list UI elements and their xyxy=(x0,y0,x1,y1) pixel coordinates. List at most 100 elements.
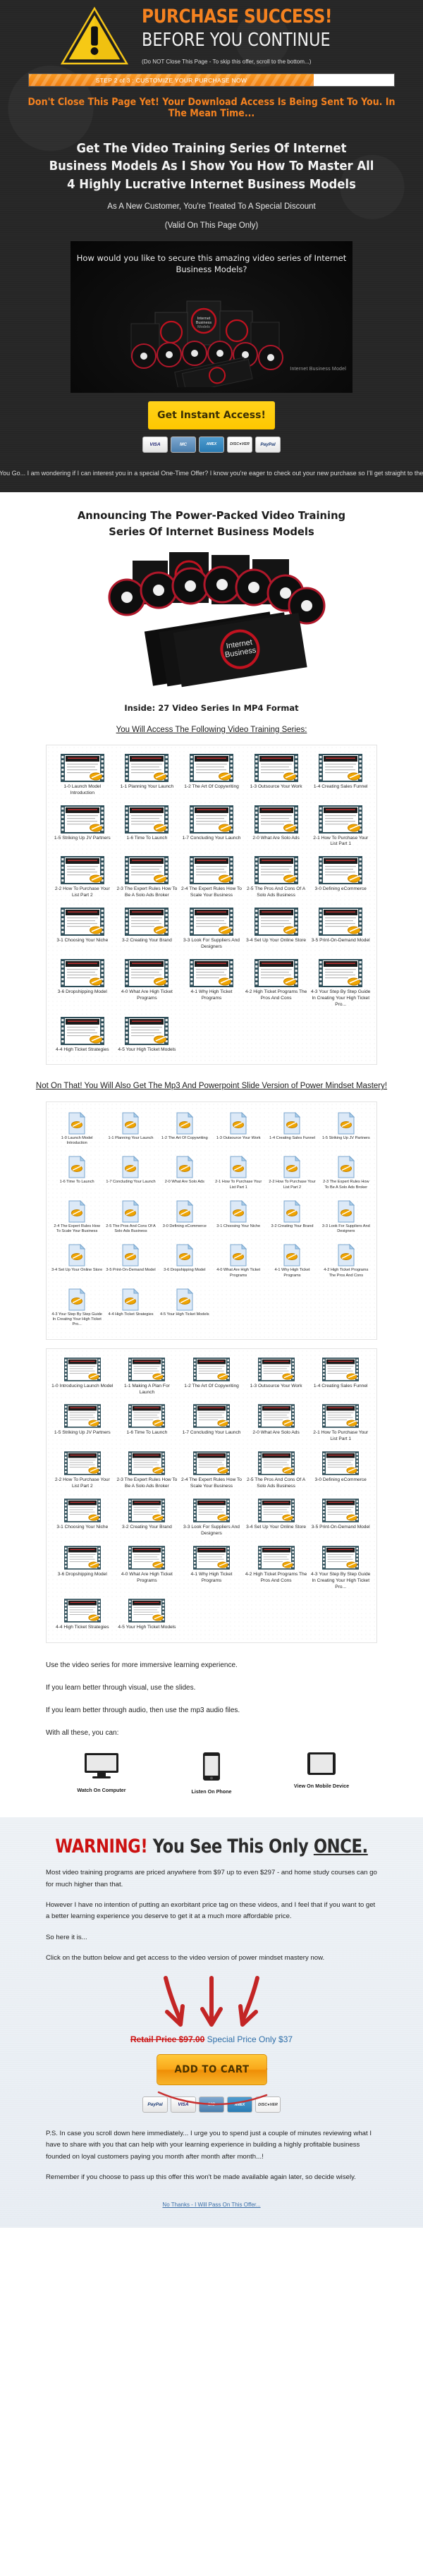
file-cell[interactable]: 2-3 The Expert Rules How To Be A Solo Ad… xyxy=(116,1448,179,1494)
file-cell[interactable]: 2-1 How To Purchase Your List Part 1 xyxy=(309,1401,372,1447)
file-cell[interactable]: 3-6 Dropshipping Model xyxy=(159,1240,211,1283)
file-cell[interactable]: 1-5 Striking Up JV Partners xyxy=(320,1108,372,1151)
file-cell[interactable]: 2-4 The Expert Rules How To Scale Your B… xyxy=(180,1448,243,1494)
file-label: 1-4 Creating Sales Funnel xyxy=(313,1383,368,1388)
file-cell[interactable]: 3-3 Look For Suppliers And Designers xyxy=(180,1496,243,1542)
file-cell[interactable]: 2-2 How To Purchase Your List Part 2 xyxy=(266,1152,318,1195)
file-cell[interactable]: 2-0 What Are Solo Ads xyxy=(245,1401,308,1447)
file-cell[interactable]: 1-3 Outsource Your Work xyxy=(245,1355,308,1400)
file-cell[interactable]: 4-5 Your High Ticket Models xyxy=(116,1596,179,1635)
file-label: 1-1 Planning Your Launch xyxy=(108,1135,154,1140)
file-cell[interactable]: 1-1 Planning Your Launch xyxy=(116,751,179,801)
file-cell[interactable]: 4-3 Your Step By Step Guide In Creating … xyxy=(309,956,372,1013)
file-cell[interactable]: 2-4 The Expert Rules How To Scale Your B… xyxy=(180,853,243,903)
file-cell[interactable]: 1-6 Time To Launch xyxy=(116,802,179,853)
file-cell[interactable]: 3-5 Print-On-Demand Model xyxy=(104,1240,157,1283)
file-cell[interactable]: 1-4 Creating Sales Funnel xyxy=(309,751,372,801)
video-thumbnail-icon xyxy=(319,856,363,885)
file-cell[interactable]: 1-3 Outsource Your Work xyxy=(212,1108,264,1151)
file-label: 1-4 Creating Sales Funnel xyxy=(313,783,368,789)
ps-paragraph-0: P.S. In case you scroll down here immedi… xyxy=(46,2130,372,2161)
file-cell[interactable]: 4-3 Your Step By Step Guide In Creating … xyxy=(309,1543,372,1595)
video-thumbnail-icon xyxy=(128,1404,166,1429)
file-cell[interactable]: 3-1 Choosing Your Niche xyxy=(212,1196,264,1239)
file-cell[interactable]: 1-7 Concluding Your Launch xyxy=(180,1401,243,1447)
file-cell[interactable]: 4-2 High Ticket Programs The Pros And Co… xyxy=(245,956,308,1013)
file-cell[interactable]: 2-3 The Expert Rules How To Be A Solo Ad… xyxy=(116,853,179,903)
file-cell[interactable]: 4-1 Why High Ticket Programs xyxy=(266,1240,318,1283)
file-cell[interactable]: 2-4 The Expert Rules How To Scale Your B… xyxy=(51,1196,103,1239)
file-cell[interactable]: 4-4 High Ticket Strategies xyxy=(104,1284,157,1332)
file-cell[interactable]: 4-4 High Ticket Strategies xyxy=(51,1596,114,1635)
file-label: 1-3 Outsource Your Work xyxy=(216,1135,261,1140)
file-cell[interactable]: 1-2 The Art Of Copywriting xyxy=(180,751,243,801)
file-cell[interactable]: 1-6 Time To Launch xyxy=(51,1152,103,1195)
file-cell[interactable]: 3-2 Creating Your Brand xyxy=(266,1196,318,1239)
no-thanks-link[interactable]: No Thanks - I Will Pass On This Offer... xyxy=(0,2202,423,2208)
file-cell[interactable]: 4-1 Why High Ticket Programs xyxy=(180,1543,243,1595)
file-cell[interactable]: 3-1 Choosing Your Niche xyxy=(51,905,114,955)
file-cell[interactable]: 2-2 How To Purchase Your List Part 2 xyxy=(51,1448,114,1494)
get-instant-access-button[interactable]: Get Instant Access! xyxy=(148,401,275,429)
video-preview-box[interactable]: How would you like to secure this amazin… xyxy=(70,240,352,393)
file-cell[interactable]: 1-2 The Art Of Copywriting xyxy=(180,1355,243,1400)
file-label: 1-0 Launch Model Introduction xyxy=(63,783,102,795)
add-to-cart-button[interactable]: ADD TO CART xyxy=(156,2054,267,2086)
file-cell[interactable]: 1-2 The Art Of Copywriting xyxy=(159,1108,211,1151)
file-cell[interactable]: 3-2 Creating Your Brand xyxy=(116,1496,179,1542)
file-cell[interactable]: 1-4 Creating Sales Funnel xyxy=(309,1355,372,1400)
file-cell[interactable]: 4-0 What Are High Ticket Programs xyxy=(116,1543,179,1595)
file-cell[interactable]: 3-4 Set Up Your Online Store xyxy=(51,1240,103,1283)
file-cell[interactable]: 1-1 Planning Your Launch xyxy=(104,1108,157,1151)
file-cell[interactable]: 3-6 Dropshipping Model xyxy=(51,1543,114,1595)
file-cell[interactable]: 2-5 The Pros And Cons Of A Solo Ads Busi… xyxy=(245,1448,308,1494)
file-cell[interactable]: 1-4 Creating Sales Funnel xyxy=(266,1108,318,1151)
file-cell[interactable]: 1-7 Concluding Your Launch xyxy=(104,1152,157,1195)
file-cell[interactable]: 1-6 Time To Launch xyxy=(116,1401,179,1447)
amex-icon-footer: AMEX xyxy=(227,2096,252,2113)
file-cell[interactable]: 2-1 How To Purchase Your List Part 1 xyxy=(212,1152,264,1195)
file-cell[interactable]: 3-1 Choosing Your Niche xyxy=(51,1496,114,1542)
file-cell[interactable]: 2-0 What Are Solo Ads xyxy=(159,1152,211,1195)
file-cell[interactable]: 3-6 Dropshipping Model xyxy=(51,956,114,1013)
paypal-icon: PayPal xyxy=(255,436,281,453)
hero-subline: Don't Close This Page Yet! Your Download… xyxy=(27,97,396,119)
file-cell[interactable]: 4-2 High Ticket Programs The Pros And Co… xyxy=(320,1240,372,1283)
file-cell[interactable]: 4-3 Your Step By Step Guide In Creating … xyxy=(51,1284,103,1332)
file-label: 2-3 The Expert Rules How To Be A Solo Ad… xyxy=(116,886,178,898)
file-cell[interactable]: 2-5 The Pros And Cons Of A Solo Ads Busi… xyxy=(245,853,308,903)
file-cell[interactable]: 3-3 Look For Suppliers And Designers xyxy=(320,1196,372,1239)
file-cell[interactable]: 1-3 Outsource Your Work xyxy=(245,751,308,801)
file-cell[interactable]: 3-4 Set Up Your Online Store xyxy=(245,1496,308,1542)
file-cell[interactable]: 1-0 Introducing Launch Model xyxy=(51,1355,114,1400)
file-cell[interactable]: 4-1 Why High Ticket Programs xyxy=(180,956,243,1013)
file-cell[interactable]: 4-5 Your High Ticket Models xyxy=(116,1014,179,1058)
file-cell[interactable]: 4-0 What Are High Ticket Programs xyxy=(212,1240,264,1283)
file-cell[interactable]: 3-0 Defining eCommerce xyxy=(309,1448,372,1494)
file-cell[interactable]: 1-0 Launch Model Introduction xyxy=(51,751,114,801)
file-cell[interactable]: 3-5 Print-On-Demand Model xyxy=(309,1496,372,1542)
file-cell[interactable]: 2-0 What Are Solo Ads xyxy=(245,802,308,853)
file-cell[interactable]: 4-2 High Ticket Programs The Pros And Co… xyxy=(245,1543,308,1595)
file-cell[interactable]: 3-4 Set Up Your Online Store xyxy=(245,905,308,955)
file-cell[interactable]: 4-0 What Are High Ticket Programs xyxy=(116,956,179,1013)
file-cell[interactable]: 3-0 Defining eCommerce xyxy=(159,1196,211,1239)
file-cell[interactable]: 3-0 Defining eCommerce xyxy=(309,853,372,903)
file-cell[interactable]: 3-5 Print-On-Demand Model xyxy=(309,905,372,955)
file-label: 4-3 Your Step By Step Guide In Creating … xyxy=(311,989,371,1007)
file-cell[interactable]: 2-2 How To Purchase Your List Part 2 xyxy=(51,853,114,903)
file-cell[interactable]: 3-2 Creating Your Brand xyxy=(116,905,179,955)
file-cell[interactable]: 4-5 Your High Ticket Models xyxy=(159,1284,211,1332)
file-cell[interactable]: 2-3 The Expert Rules How To Be A Solo Ad… xyxy=(320,1152,372,1195)
file-cell[interactable]: 1-0 Launch Model Introduction xyxy=(51,1108,103,1151)
file-cell[interactable]: 3-3 Look For Suppliers And Designers xyxy=(180,905,243,955)
file-label: 1-2 The Art Of Copywriting xyxy=(184,783,239,789)
file-cell[interactable]: 1-5 Striking Up JV Partners xyxy=(51,1401,114,1447)
file-cell[interactable]: 1-7 Concluding Your Launch xyxy=(180,802,243,853)
file-cell[interactable]: 1-1 Making A Plan For Launch xyxy=(116,1355,179,1400)
video-thumbnail-icon xyxy=(63,1357,101,1381)
file-cell[interactable]: 2-5 The Pros And Cons Of A Solo Ads Busi… xyxy=(104,1196,157,1239)
file-cell[interactable]: 2-1 How To Purchase Your List Part 1 xyxy=(309,802,372,853)
file-cell[interactable]: 1-5 Striking Up JV Partners xyxy=(51,802,114,853)
file-cell[interactable]: 4-4 High Ticket Strategies xyxy=(51,1014,114,1058)
